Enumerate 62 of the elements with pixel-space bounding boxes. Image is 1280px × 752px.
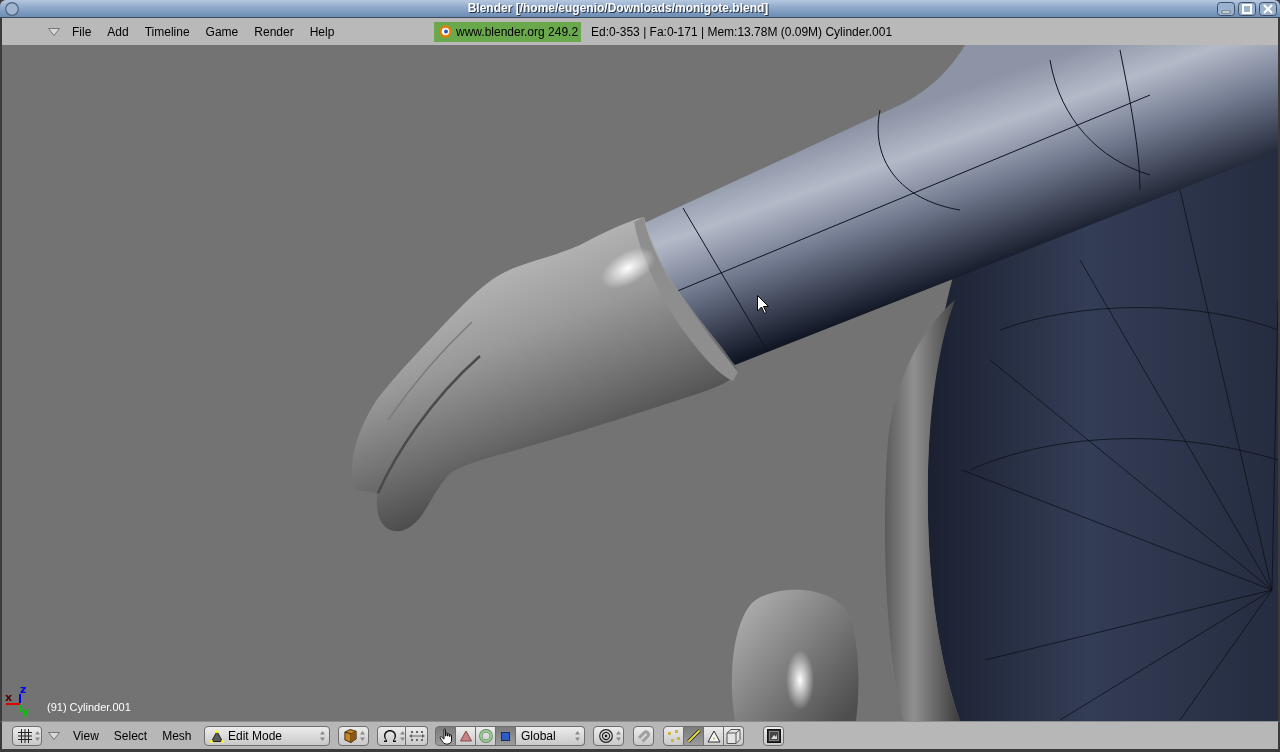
mesh-triangle-icon (210, 729, 224, 743)
shading-dropdown[interactable] (338, 726, 369, 746)
updown-icon (616, 731, 621, 741)
mode-dropdown[interactable]: Edit Mode (204, 726, 330, 746)
updown-icon (35, 731, 40, 741)
cube-icon (344, 729, 357, 743)
editor-type-dropdown[interactable] (12, 726, 42, 746)
menu-item[interactable]: Add (107, 24, 129, 39)
axis-label: x (5, 691, 13, 704)
circle-icon[interactable] (5, 1, 19, 16)
close-icon[interactable] (1259, 1, 1277, 16)
logo-icon (439, 25, 452, 38)
orientation-dropdown[interactable]: Global (516, 726, 585, 746)
occlude-toggle[interactable] (724, 726, 744, 746)
line-icon (686, 729, 701, 743)
window-title: Blender [/home/eugenio/Downloads/monigote.blend] (467, 0, 769, 17)
scene-stats: Ed:0-353 | Fa:0-171 | Mem:13.78M (0.09M) Cylinder.001 (591, 24, 893, 39)
vertex-select-toggle[interactable] (663, 726, 684, 746)
horseshoe-icon (383, 729, 397, 743)
cube-outline-icon (726, 728, 741, 744)
translate-toggle[interactable] (456, 726, 476, 746)
triangle-icon[interactable] (48, 732, 60, 740)
align-button[interactable] (406, 726, 428, 746)
edge-select-toggle[interactable] (684, 726, 704, 746)
scale-toggle[interactable] (496, 726, 516, 746)
rotate-toggle[interactable] (476, 726, 496, 746)
maximize-icon[interactable] (1238, 1, 1256, 16)
menu-item[interactable]: Game (205, 24, 239, 39)
menu-item[interactable]: Render (254, 24, 294, 39)
snap-toggle[interactable] (633, 726, 654, 746)
updown-icon (575, 731, 580, 741)
dots-arrow-icon (408, 731, 425, 741)
menu-item[interactable]: File (72, 24, 92, 39)
menu-item[interactable]: Timeline (144, 24, 190, 39)
object-info: (91) Cylinder.001 (47, 701, 131, 713)
menu-item[interactable]: View (73, 729, 99, 743)
dots-icon (666, 729, 681, 743)
axis-label: y (22, 705, 30, 718)
magnet-icon (636, 729, 651, 743)
triangle-icon[interactable] (48, 27, 60, 36)
render-button[interactable] (763, 726, 784, 746)
ring-icon (478, 729, 493, 743)
menu-item[interactable]: Select (113, 729, 148, 743)
version-badge[interactable]: www.blender.org 249.2 (434, 21, 582, 42)
picture-icon (766, 729, 781, 743)
menu-item[interactable]: Help (309, 24, 335, 39)
face-select-toggle[interactable] (704, 726, 724, 746)
triangle-outline-icon (706, 729, 721, 743)
target-icon (599, 729, 613, 743)
proportional-dropdown[interactable] (593, 726, 624, 746)
grid-icon (18, 729, 32, 743)
mouse-pointer-icon (757, 295, 769, 314)
manipulator-toggle[interactable] (435, 726, 456, 746)
triangle-icon (459, 730, 472, 742)
hand-icon (438, 727, 453, 745)
updown-icon (320, 731, 325, 741)
updown-icon (360, 731, 365, 741)
square-icon (501, 731, 510, 741)
minimize-icon[interactable] (1217, 1, 1235, 16)
axis-label: z (20, 683, 27, 696)
menu-item[interactable]: Mesh (162, 729, 192, 743)
pivot-dropdown[interactable] (377, 726, 406, 746)
